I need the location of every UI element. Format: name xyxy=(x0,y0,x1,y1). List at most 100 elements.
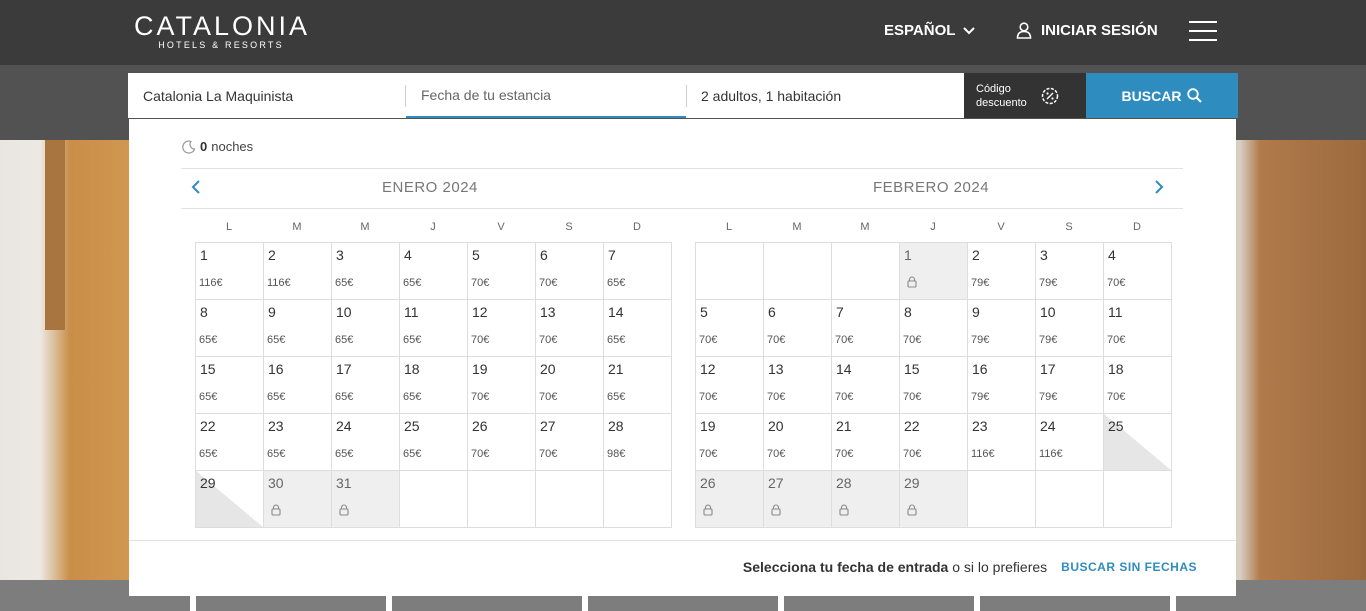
calendar-day-cell[interactable]: 22 65€ xyxy=(196,414,264,471)
search-icon xyxy=(1187,88,1203,103)
calendar-day-cell[interactable]: 5 70€ xyxy=(696,300,764,357)
language-selector[interactable]: ESPAÑOL xyxy=(884,22,976,39)
calendar-day-cell[interactable]: 12 70€ xyxy=(696,357,764,414)
day-number: 16 xyxy=(268,361,284,377)
calendar-day-cell[interactable]: 18 70€ xyxy=(1104,357,1172,414)
date-picker-panel: 0 noches ENERO 2024 FEBRERO 2024 L M M J… xyxy=(129,119,1236,596)
day-number: 23 xyxy=(268,418,284,434)
calendar-day-cell[interactable]: 13 70€ xyxy=(764,357,832,414)
calendar-day-cell[interactable]: 2 79€ xyxy=(968,243,1036,300)
calendar-day-cell[interactable]: 6 70€ xyxy=(536,243,604,300)
chevron-left-icon[interactable] xyxy=(191,180,201,194)
calendar-day-cell[interactable]: 17 79€ xyxy=(1036,357,1104,414)
discount-label-line2: descuento xyxy=(976,96,1027,109)
calendar-day-cell[interactable]: 24 116€ xyxy=(1036,414,1104,471)
calendar-day-cell[interactable]: 8 65€ xyxy=(196,300,264,357)
search-button-label: BUSCAR xyxy=(1121,87,1182,104)
day-price: 116€ xyxy=(1039,448,1063,460)
calendar-day-cell[interactable]: 29 xyxy=(196,471,264,528)
day-price: 70€ xyxy=(539,277,558,289)
chevron-right-icon[interactable] xyxy=(1154,180,1164,194)
calendar-day-cell[interactable]: 3 79€ xyxy=(1036,243,1104,300)
day-price: 65€ xyxy=(335,448,354,460)
login-button[interactable]: INICIAR SESIÓN xyxy=(1016,22,1158,39)
calendar-day-cell[interactable]: 2 116€ xyxy=(264,243,332,300)
divider xyxy=(181,208,1183,209)
day-price: 65€ xyxy=(607,277,626,289)
calendar-day-cell[interactable]: 16 65€ xyxy=(264,357,332,414)
calendar-day-cell[interactable]: 19 70€ xyxy=(468,357,536,414)
day-price: 70€ xyxy=(1107,334,1126,346)
hamburger-menu-icon[interactable] xyxy=(1189,21,1217,41)
calendar-day-cell[interactable]: 23 65€ xyxy=(264,414,332,471)
day-number: 6 xyxy=(540,247,548,263)
calendar-day-cell[interactable]: 15 70€ xyxy=(900,357,968,414)
calendar-day-cell[interactable]: 19 70€ xyxy=(696,414,764,471)
discount-code-button[interactable]: Código descuento xyxy=(964,73,1086,118)
calendar-day-cell[interactable]: 18 65€ xyxy=(400,357,468,414)
calendar-day-cell[interactable]: 9 65€ xyxy=(264,300,332,357)
calendar-day-cell[interactable]: 16 79€ xyxy=(968,357,1036,414)
calendar-day-cell[interactable]: 15 65€ xyxy=(196,357,264,414)
weekday-header-february: L M M J V S D xyxy=(695,221,1171,233)
calendar-day-cell[interactable]: 3 65€ xyxy=(332,243,400,300)
calendar-day-cell[interactable]: 13 70€ xyxy=(536,300,604,357)
hotel-field[interactable]: Catalonia La Maquinista xyxy=(128,85,406,107)
calendar-day-cell[interactable]: 10 65€ xyxy=(332,300,400,357)
catalonia-logo[interactable]: CATALONIA HOTELS & RESORTS xyxy=(134,13,308,51)
calendar-day-cell[interactable]: 25 xyxy=(1104,414,1172,471)
calendar-day-cell[interactable]: 21 70€ xyxy=(832,414,900,471)
calendar-day-cell[interactable]: 28 98€ xyxy=(604,414,672,471)
calendar-day-cell[interactable]: 21 65€ xyxy=(604,357,672,414)
calendar-day-cell[interactable]: 4 70€ xyxy=(1104,243,1172,300)
login-label: INICIAR SESIÓN xyxy=(1041,22,1158,39)
guests-field[interactable]: 2 adultos, 1 habitación xyxy=(686,85,964,107)
day-number: 22 xyxy=(904,418,920,434)
calendar-day-cell[interactable]: 26 70€ xyxy=(468,414,536,471)
discount-badge-icon xyxy=(1041,87,1059,104)
day-number: 13 xyxy=(768,361,784,377)
calendar-day-cell[interactable]: 14 65€ xyxy=(604,300,672,357)
calendar-day-cell[interactable]: 11 70€ xyxy=(1104,300,1172,357)
calendar-day-cell[interactable]: 11 65€ xyxy=(400,300,468,357)
calendar-empty-cell xyxy=(968,471,1036,528)
calendar-day-cell[interactable]: 20 70€ xyxy=(764,414,832,471)
day-price: 65€ xyxy=(335,334,354,346)
calendar-day-cell[interactable]: 10 79€ xyxy=(1036,300,1104,357)
calendar-day-cell[interactable]: 17 65€ xyxy=(332,357,400,414)
day-price: 65€ xyxy=(335,391,354,403)
day-number: 20 xyxy=(540,361,556,377)
date-field[interactable]: Fecha de tu estancia xyxy=(406,73,686,118)
day-number: 11 xyxy=(1108,304,1123,320)
weekday-label: L xyxy=(225,221,233,233)
calendar-day-cell[interactable]: 9 79€ xyxy=(968,300,1036,357)
calendar-day-cell[interactable]: 12 70€ xyxy=(468,300,536,357)
calendar-day-cell[interactable]: 1 116€ xyxy=(196,243,264,300)
day-number: 12 xyxy=(700,361,716,377)
calendar-day-cell[interactable]: 5 70€ xyxy=(468,243,536,300)
calendar-day-cell[interactable]: 7 70€ xyxy=(832,300,900,357)
calendar-day-cell[interactable]: 20 70€ xyxy=(536,357,604,414)
calendar-day-cell[interactable]: 7 65€ xyxy=(604,243,672,300)
day-price: 116€ xyxy=(971,448,995,460)
calendar-day-cell[interactable]: 25 65€ xyxy=(400,414,468,471)
calendar-day-cell[interactable]: 8 70€ xyxy=(900,300,968,357)
calendar-day-cell[interactable]: 27 70€ xyxy=(536,414,604,471)
calendar-day-cell[interactable]: 22 70€ xyxy=(900,414,968,471)
day-number: 18 xyxy=(1108,361,1124,377)
calendar-day-cell[interactable]: 23 116€ xyxy=(968,414,1036,471)
calendar-day-cell[interactable]: 14 70€ xyxy=(832,357,900,414)
search-without-dates-link[interactable]: BUSCAR SIN FECHAS xyxy=(1061,560,1197,574)
day-price: 65€ xyxy=(403,391,422,403)
calendar-day-cell[interactable]: 6 70€ xyxy=(764,300,832,357)
day-number: 30 xyxy=(268,475,284,491)
day-price: 65€ xyxy=(607,391,626,403)
day-price: 79€ xyxy=(971,334,990,346)
search-button[interactable]: BUSCAR xyxy=(1086,73,1238,118)
calendar-day-cell[interactable]: 24 65€ xyxy=(332,414,400,471)
calendar-footer: Selecciona tu fecha de entrada o si lo p… xyxy=(129,559,1197,575)
day-price: 70€ xyxy=(903,448,922,460)
calendar-day-cell[interactable]: 4 65€ xyxy=(400,243,468,300)
weekday-label: J xyxy=(930,221,936,233)
weekday-label: S xyxy=(1065,221,1073,233)
